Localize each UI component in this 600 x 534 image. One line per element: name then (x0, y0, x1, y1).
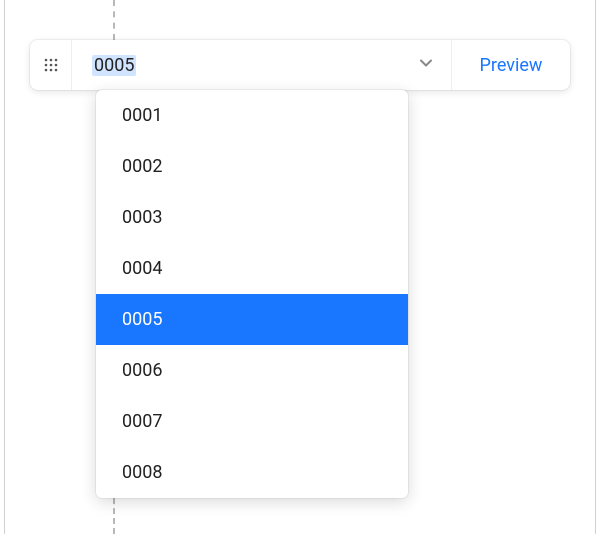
guide-line-top (113, 0, 115, 40)
value-select[interactable]: 0005 (72, 40, 451, 90)
dropdown-item[interactable]: 0008 (96, 447, 408, 498)
dropdown-item-label: 0007 (122, 411, 162, 432)
selected-value: 0005 (92, 55, 136, 76)
value-dropdown: 0001 0002 0003 0004 0005 0006 0007 0008 (96, 90, 408, 498)
preview-button[interactable]: Preview (452, 40, 570, 90)
dropdown-item-label: 0006 (122, 360, 162, 381)
dropdown-item-label: 0008 (122, 462, 162, 483)
dropdown-item[interactable]: 0007 (96, 396, 408, 447)
dropdown-item-label: 0005 (122, 309, 162, 330)
dropdown-item[interactable]: 0002 (96, 141, 408, 192)
drag-handle[interactable] (30, 40, 72, 90)
dropdown-item[interactable]: 0005 (96, 294, 408, 345)
dropdown-item[interactable]: 0001 (96, 90, 408, 141)
dropdown-item[interactable]: 0003 (96, 192, 408, 243)
chevron-down-icon (417, 54, 435, 76)
dropdown-item-label: 0004 (122, 258, 162, 279)
drag-handle-icon (44, 58, 58, 72)
preview-button-label: Preview (480, 55, 543, 76)
dropdown-item-label: 0002 (122, 156, 162, 177)
dropdown-item-label: 0001 (122, 105, 162, 126)
dropdown-item-label: 0003 (122, 207, 162, 228)
dropdown-item[interactable]: 0006 (96, 345, 408, 396)
variable-control-bar: 0005 Preview (30, 40, 570, 90)
dropdown-item[interactable]: 0004 (96, 243, 408, 294)
